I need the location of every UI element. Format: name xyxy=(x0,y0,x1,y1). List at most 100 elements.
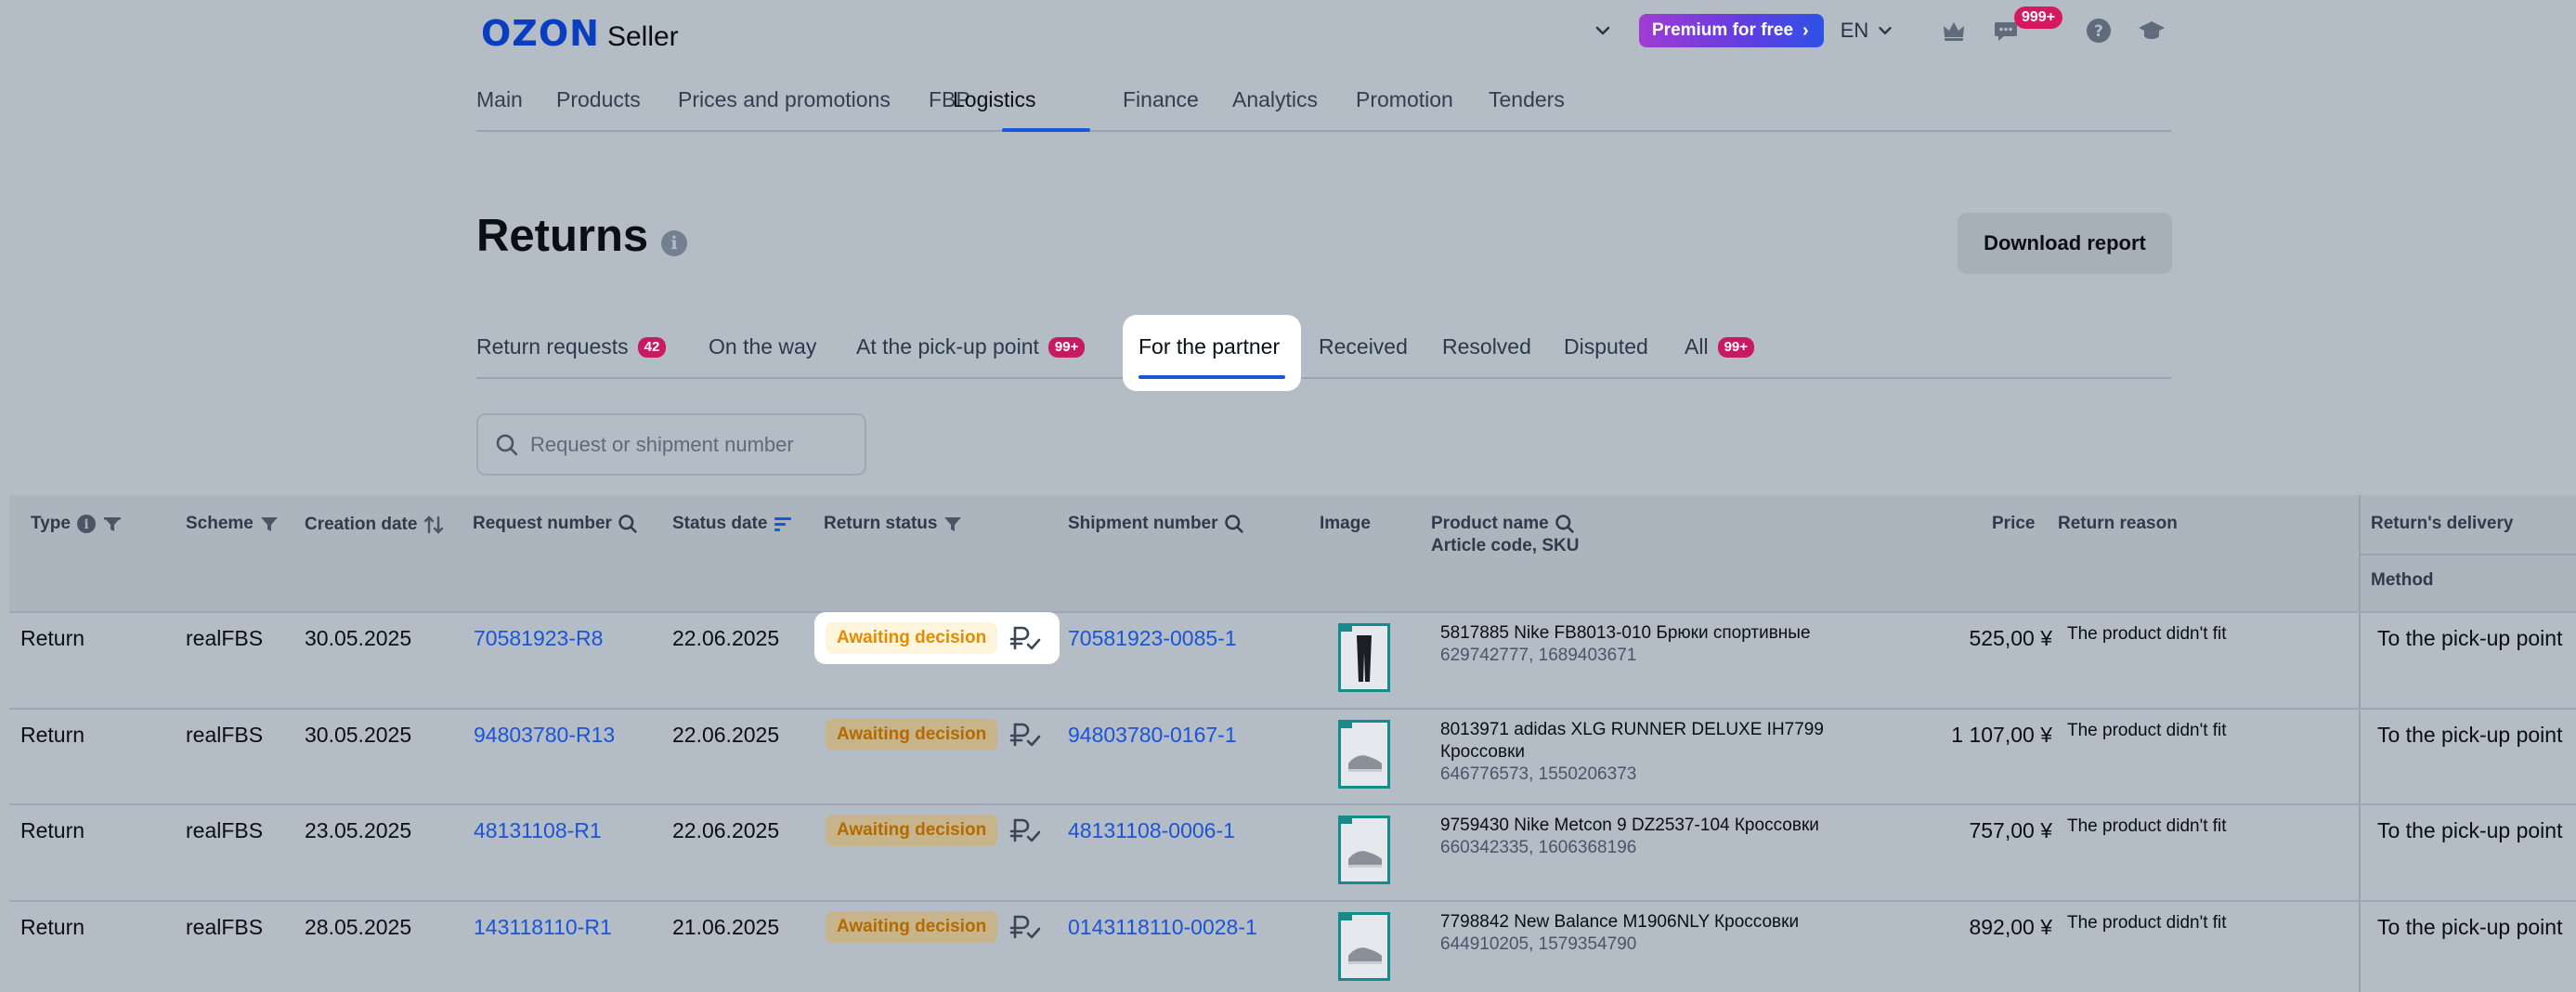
header-controls: Premium for free › EN xyxy=(1593,13,1894,48)
cell-price: 892,00 ¥ xyxy=(1969,915,2052,939)
cell-return-reason: The product didn't fit xyxy=(2067,816,2227,836)
product-codes: 629742777, 1689403671 xyxy=(1440,646,1637,665)
tab-active-underline xyxy=(1138,375,1285,379)
education-cap-icon[interactable] xyxy=(2138,17,2166,45)
product-thumbnail-icon xyxy=(1341,626,1372,682)
nav-item-products[interactable]: Products xyxy=(556,87,641,112)
search-icon[interactable] xyxy=(1555,514,1575,534)
status-badge: Awaiting decision xyxy=(826,622,998,654)
cell-creation-date: 30.05.2025 xyxy=(305,626,412,650)
ruble-check-icon[interactable] xyxy=(1008,913,1045,943)
crown-icon[interactable] xyxy=(1940,17,1968,45)
request-number-link[interactable]: 48131108-R1 xyxy=(474,818,602,843)
tab-label: Received xyxy=(1319,334,1408,359)
product-image[interactable] xyxy=(1338,623,1390,692)
ruble-check-icon[interactable] xyxy=(1008,816,1045,846)
info-icon[interactable]: i xyxy=(661,230,687,256)
sort-icon[interactable] xyxy=(423,514,445,536)
cell-scheme: realFBS xyxy=(186,818,264,842)
sort-descending-icon[interactable] xyxy=(773,514,793,534)
ruble-check-icon[interactable] xyxy=(1008,624,1045,654)
cell-scheme: realFBS xyxy=(186,626,264,650)
request-number-link[interactable]: 94803780-R13 xyxy=(474,723,615,748)
filter-icon[interactable] xyxy=(943,514,963,534)
cell-status-date: 22.06.2025 xyxy=(672,818,780,842)
info-icon[interactable]: i xyxy=(76,514,97,534)
chevron-down-icon[interactable] xyxy=(1593,20,1613,41)
request-number-link[interactable]: 143118110-R1 xyxy=(474,915,612,940)
column-type: Type i xyxy=(31,514,123,534)
return-status-cell: Awaiting decision xyxy=(814,709,1060,761)
product-image[interactable] xyxy=(1338,720,1390,789)
tab-on-the-way[interactable]: On the way xyxy=(709,334,816,359)
tab-label: Disputed xyxy=(1564,334,1648,359)
nav-item-main[interactable]: Main xyxy=(476,87,523,112)
column-label: Shipment number xyxy=(1068,514,1218,533)
help-icon[interactable]: ? xyxy=(2085,17,2113,45)
cell-type: Return xyxy=(20,915,85,939)
filter-icon[interactable] xyxy=(259,514,280,534)
logo-brand: OZON xyxy=(481,13,600,54)
product-thumbnail-icon xyxy=(1341,723,1382,772)
column-returns-delivery: Return's delivery xyxy=(2371,514,2513,534)
language-selector[interactable]: EN xyxy=(1841,19,1895,43)
shipment-number-link[interactable]: 0143118110-0028-1 xyxy=(1068,915,1257,940)
premium-button[interactable]: Premium for free › xyxy=(1639,14,1824,47)
nav-item-tenders[interactable]: Tenders xyxy=(1489,87,1565,112)
cell-return-reason: The product didn't fit xyxy=(2067,721,2227,740)
search-field[interactable] xyxy=(476,413,866,476)
shipment-number-link[interactable]: 70581923-0085-1 xyxy=(1068,626,1237,651)
table-row[interactable]: Return realFBS 30.05.2025 94803780-R13 22.06… xyxy=(9,708,2576,804)
column-return-reason: Return reason xyxy=(2058,514,2178,534)
nav-item-logistics[interactable]: Logistics xyxy=(953,87,1035,112)
tab-received[interactable]: Received xyxy=(1319,334,1408,359)
product-image[interactable] xyxy=(1338,912,1390,981)
product-image[interactable] xyxy=(1338,816,1390,884)
main-navigation: Main Products Prices and promotions FBP … xyxy=(476,84,2171,132)
filter-icon[interactable] xyxy=(102,514,123,534)
column-label: Price xyxy=(1992,514,2036,533)
tab-return-requests[interactable]: Return requests 42 xyxy=(476,334,667,359)
column-price: Price xyxy=(1992,514,2035,534)
column-request-number: Request number xyxy=(473,514,638,534)
cell-creation-date: 30.05.2025 xyxy=(305,723,412,747)
tab-count-badge: 42 xyxy=(637,336,667,358)
return-status-cell[interactable]: Awaiting decision xyxy=(814,612,1060,664)
table-row[interactable]: Return realFBS 30.05.2025 70581923-R8 22.06.… xyxy=(9,611,2576,708)
shipment-number-link[interactable]: 48131108-0006-1 xyxy=(1068,818,1235,843)
ozon-seller-logo[interactable]: OZON Seller xyxy=(481,13,679,54)
search-icon xyxy=(496,434,518,455)
ruble-check-icon[interactable] xyxy=(1008,721,1045,751)
tab-all[interactable]: All 99+ xyxy=(1685,334,1755,359)
nav-item-finance[interactable]: Finance xyxy=(1123,87,1199,112)
tab-label: All xyxy=(1685,334,1709,359)
nav-item-promotion[interactable]: Promotion xyxy=(1356,87,1453,112)
cell-type: Return xyxy=(20,626,85,650)
search-icon[interactable] xyxy=(618,514,638,534)
table-row[interactable]: Return realFBS 28.05.2025 143118110-R1 21.06… xyxy=(9,900,2576,992)
svg-text:?: ? xyxy=(2094,22,2103,41)
tab-label: On the way xyxy=(709,334,817,359)
shipment-number-link[interactable]: 94803780-0167-1 xyxy=(1068,723,1237,748)
nav-item-analytics[interactable]: Analytics xyxy=(1232,87,1318,112)
search-input[interactable] xyxy=(530,432,846,457)
return-status-cell: Awaiting decision xyxy=(814,804,1060,856)
cell-creation-date: 23.05.2025 xyxy=(305,818,412,842)
nav-item-prices-and-promotions[interactable]: Prices and promotions xyxy=(678,87,891,112)
cell-delivery-method: To the pick-up point xyxy=(2377,915,2563,939)
table-row[interactable]: Return realFBS 23.05.2025 48131108-R1 22.06.… xyxy=(9,803,2576,900)
cell-scheme: realFBS xyxy=(186,723,264,747)
tab-resolved[interactable]: Resolved xyxy=(1442,334,1531,359)
column-label: Scheme xyxy=(186,514,254,533)
cell-type: Return xyxy=(20,723,85,747)
product-name: 5817885 Nike FB8013-010 Брюки спортивные xyxy=(1440,623,1811,643)
request-number-link[interactable]: 70581923-R8 xyxy=(474,626,603,651)
status-badge: Awaiting decision xyxy=(826,911,998,943)
svg-text:i: i xyxy=(84,517,88,532)
column-shipment-number: Shipment number xyxy=(1068,514,1244,534)
tab-disputed[interactable]: Disputed xyxy=(1564,334,1648,359)
download-report-button[interactable]: Download report xyxy=(1958,213,2172,274)
tab-at-the-pick-up-point[interactable]: At the pick-up point 99+ xyxy=(856,334,1086,359)
cell-price: 1 107,00 ¥ xyxy=(1951,723,2052,747)
search-icon[interactable] xyxy=(1224,514,1244,534)
